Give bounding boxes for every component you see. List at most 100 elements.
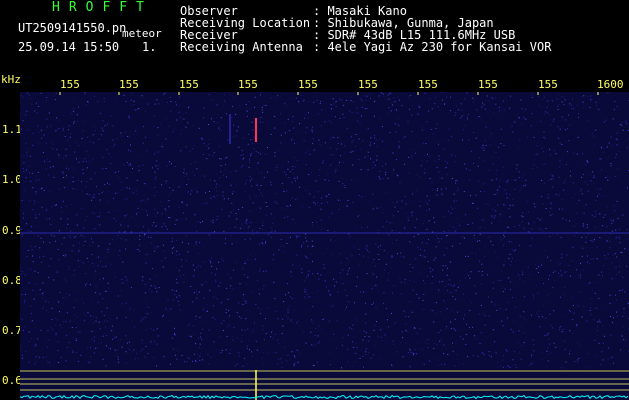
noise-pixel <box>215 197 217 199</box>
noise-pixel <box>31 338 32 340</box>
noise-pixel <box>156 191 158 193</box>
noise-pixel <box>230 235 232 236</box>
noise-pixel <box>495 210 497 212</box>
noise-pixel <box>457 311 458 313</box>
noise-pixel <box>594 216 596 217</box>
noise-pixel <box>247 276 249 278</box>
noise-pixel <box>133 100 135 102</box>
noise-pixel <box>552 327 554 329</box>
noise-pixel <box>348 301 350 303</box>
noise-pixel <box>392 292 393 294</box>
noise-pixel <box>192 171 194 173</box>
noise-pixel <box>233 327 235 328</box>
noise-pixel <box>304 296 306 298</box>
noise-pixel <box>366 129 368 131</box>
noise-pixel <box>37 225 39 227</box>
noise-pixel <box>314 344 316 346</box>
noise-pixel <box>519 139 521 141</box>
noise-pixel <box>442 149 444 151</box>
noise-pixel <box>600 277 602 279</box>
noise-pixel <box>125 239 127 241</box>
noise-pixel <box>152 268 154 269</box>
noise-pixel <box>428 110 430 112</box>
noise-pixel <box>250 155 252 157</box>
noise-pixel <box>287 189 289 191</box>
noise-pixel <box>178 304 180 306</box>
noise-pixel <box>46 97 48 98</box>
noise-pixel <box>426 243 428 244</box>
noise-pixel <box>603 151 605 153</box>
noise-pixel <box>169 363 171 365</box>
noise-pixel <box>263 222 264 224</box>
noise-pixel <box>246 345 248 347</box>
noise-pixel <box>271 337 273 339</box>
noise-pixel <box>615 156 617 158</box>
noise-pixel <box>301 245 303 247</box>
noise-pixel <box>153 245 155 247</box>
noise-pixel <box>73 107 74 109</box>
noise-pixel <box>559 327 561 328</box>
noise-pixel <box>71 110 73 112</box>
noise-pixel <box>452 296 454 297</box>
noise-pixel <box>209 260 211 261</box>
noise-pixel <box>242 164 244 166</box>
noise-pixel <box>247 133 249 135</box>
noise-pixel <box>276 164 278 166</box>
noise-pixel <box>78 145 80 147</box>
noise-pixel <box>311 211 313 213</box>
noise-pixel <box>140 200 141 202</box>
noise-pixel <box>341 143 343 145</box>
noise-pixel <box>538 105 540 107</box>
noise-pixel <box>498 106 500 108</box>
noise-pixel <box>508 258 510 260</box>
noise-pixel <box>136 194 138 195</box>
noise-pixel <box>506 181 507 183</box>
noise-pixel <box>560 367 562 369</box>
noise-pixel <box>194 174 196 176</box>
noise-pixel <box>597 321 599 323</box>
noise-pixel <box>590 100 592 102</box>
noise-pixel <box>243 274 245 276</box>
noise-pixel <box>352 101 354 103</box>
noise-pixel <box>604 255 606 257</box>
noise-pixel <box>491 215 493 217</box>
noise-pixel <box>145 300 147 302</box>
noise-pixel <box>548 202 550 204</box>
noise-pixel <box>408 156 410 158</box>
noise-pixel <box>545 228 547 229</box>
noise-pixel <box>125 101 127 102</box>
noise-pixel <box>231 290 233 292</box>
noise-pixel <box>164 257 166 259</box>
noise-pixel <box>552 120 554 122</box>
noise-pixel <box>509 288 511 290</box>
noise-pixel <box>471 252 473 254</box>
noise-pixel <box>500 239 502 241</box>
noise-pixel <box>376 276 378 278</box>
noise-pixel <box>134 358 136 360</box>
noise-pixel <box>82 262 84 264</box>
noise-pixel <box>105 345 107 347</box>
noise-pixel <box>308 174 310 176</box>
noise-pixel <box>607 253 609 255</box>
noise-pixel <box>333 333 335 335</box>
noise-pixel <box>292 165 294 167</box>
noise-pixel <box>491 179 493 181</box>
noise-pixel <box>595 307 597 309</box>
noise-pixel <box>407 121 409 123</box>
noise-pixel <box>42 297 44 299</box>
noise-pixel <box>373 258 375 260</box>
noise-pixel <box>576 342 578 344</box>
noise-pixel <box>173 131 174 132</box>
noise-pixel <box>377 336 379 338</box>
noise-pixel <box>618 247 619 249</box>
y-tick-label: 0.6 <box>2 374 22 387</box>
noise-pixel <box>481 271 483 272</box>
noise-pixel <box>144 355 146 357</box>
noise-pixel <box>183 274 185 276</box>
noise-pixel <box>533 295 535 297</box>
noise-pixel <box>157 335 159 337</box>
noise-pixel <box>130 231 132 233</box>
noise-pixel <box>171 289 173 291</box>
noise-pixel <box>277 339 279 341</box>
noise-pixel <box>225 349 227 351</box>
